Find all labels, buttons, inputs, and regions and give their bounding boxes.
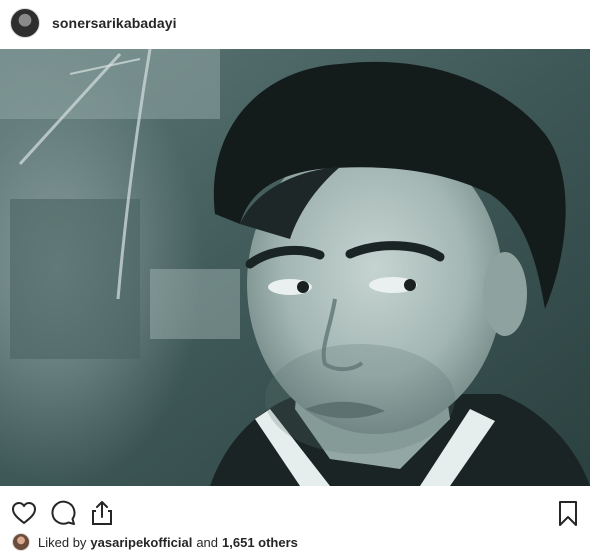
comment-icon — [51, 500, 76, 525]
liker-avatar — [12, 533, 30, 551]
action-bar — [0, 492, 590, 532]
likes-count-link[interactable]: 1,651 others — [222, 535, 298, 550]
username-link[interactable]: sonersarikabadayi — [52, 15, 177, 31]
share-button[interactable] — [87, 498, 117, 528]
share-icon — [92, 501, 112, 525]
liker-username-link[interactable]: yasaripekofficial — [90, 535, 192, 550]
like-button[interactable] — [9, 498, 39, 528]
post-header: sonersarikabadayi — [0, 0, 590, 45]
portrait-photo — [0, 49, 590, 486]
profile-avatar[interactable] — [10, 7, 40, 38]
bookmark-icon — [559, 501, 577, 526]
liked-by-label: Liked by — [38, 534, 87, 550]
save-button[interactable] — [553, 498, 583, 528]
heart-icon — [12, 502, 36, 524]
likes-connector: and — [196, 534, 219, 550]
post-photo[interactable] — [0, 49, 590, 486]
comment-button[interactable] — [48, 498, 78, 528]
likes-summary: Liked by yasaripekofficial and 1,651 oth… — [12, 531, 298, 553]
